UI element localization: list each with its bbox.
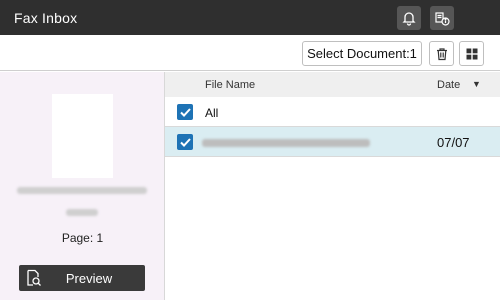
column-header-date[interactable]: Date [437, 79, 460, 91]
row-date: 07/07 [437, 135, 470, 150]
checkmark-icon [179, 137, 191, 147]
select-document-button[interactable]: Select Document:1 [302, 41, 422, 66]
bell-icon[interactable] [397, 6, 421, 30]
document-thumbnail[interactable] [52, 94, 113, 178]
list-header: File Name Date ▼ [165, 72, 500, 97]
row-checkbox[interactable] [177, 134, 193, 150]
redacted-filename [17, 187, 147, 194]
title-bar: Fax Inbox [0, 0, 500, 35]
column-header-file-name[interactable]: File Name [205, 79, 255, 91]
document-magnifier-icon [26, 269, 42, 287]
table-row[interactable]: 07/07 [165, 127, 500, 157]
preview-button-label: Preview [65, 271, 113, 286]
grid-view-icon [466, 48, 477, 59]
file-list: File Name Date ▼ All 07/07 [165, 72, 500, 300]
checkmark-icon [179, 107, 191, 117]
redacted-filename-line-2 [66, 209, 98, 216]
fax-info-icon[interactable] [430, 6, 454, 30]
preview-panel: Page: 1 Preview [0, 72, 165, 300]
preview-button[interactable]: Preview [19, 265, 145, 291]
window-title: Fax Inbox [14, 10, 78, 26]
page-number-label: Page: 1 [61, 231, 104, 245]
select-all-label: All [205, 106, 219, 120]
trash-icon [436, 47, 447, 60]
sort-descending-icon[interactable]: ▼ [472, 79, 481, 89]
select-all-row[interactable]: All [165, 97, 500, 127]
redacted-file-name [202, 139, 370, 147]
delete-button[interactable] [429, 41, 454, 66]
fax-inbox-window: Fax Inbox Select Document:1 Page: 1 Prev… [0, 0, 500, 300]
toolbar: Select Document:1 [0, 35, 500, 71]
select-all-checkbox[interactable] [177, 104, 193, 120]
grid-view-button[interactable] [459, 41, 484, 66]
